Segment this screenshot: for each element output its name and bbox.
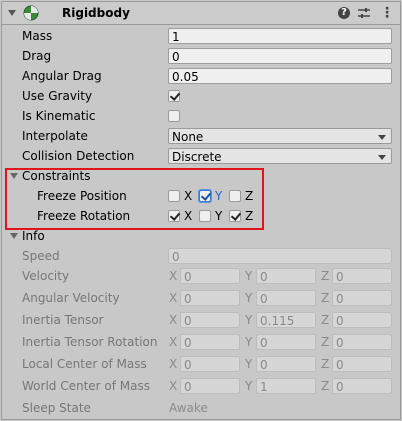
inertia-tensor-rotation-z-field: 0 — [332, 334, 392, 350]
inertia-tensor-rotation-y-field: 0 — [256, 334, 316, 350]
axis-y-label: Y — [245, 291, 253, 305]
help-icon[interactable]: ? — [338, 7, 350, 19]
axis-y-label: Y — [245, 335, 253, 349]
is-kinematic-label: Is Kinematic — [22, 109, 96, 123]
speed-label: Speed — [22, 249, 60, 263]
axis-x-label: X — [169, 291, 178, 305]
axis-x-label: X — [169, 379, 178, 393]
inertia-tensor-y-field: 0.115 — [256, 312, 316, 328]
use-gravity-checkbox[interactable] — [168, 90, 180, 102]
interpolate-value: None — [172, 130, 204, 144]
inertia-tensor-x-field: 0 — [180, 312, 240, 328]
axis-x-label: X — [169, 357, 178, 371]
constraints-highlight-box — [5, 168, 264, 230]
component-header[interactable]: Rigidbody ? ⋮ — [2, 2, 400, 25]
local-center-of-mass-y-field: 0 — [256, 356, 316, 372]
axis-x-label: X — [169, 269, 178, 283]
mass-label: Mass — [22, 29, 53, 43]
velocity-y-field: 0 — [256, 268, 316, 284]
info-label[interactable]: Info — [22, 226, 45, 246]
axis-z-label: Z — [321, 357, 330, 371]
axis-x-label: X — [169, 313, 178, 327]
sleep-state-value: Awake — [169, 401, 208, 415]
local-center-of-mass-label: Local Center of Mass — [22, 357, 147, 371]
world-center-of-mass-y-field: 1 — [256, 378, 316, 394]
mass-field[interactable]: 1 — [168, 28, 392, 44]
world-center-of-mass-label: World Center of Mass — [22, 379, 150, 393]
interpolate-dropdown[interactable]: None — [168, 128, 392, 144]
axis-z-label: Z — [321, 379, 330, 393]
world-center-of-mass-x-field: 0 — [180, 378, 240, 394]
angular-velocity-label: Angular Velocity — [22, 291, 120, 305]
collision-detection-value: Discrete — [172, 150, 222, 164]
speed-field: 0 — [168, 248, 392, 264]
sleep-state-label: Sleep State — [22, 401, 91, 415]
angular-velocity-z-field: 0 — [332, 290, 392, 306]
inertia-tensor-label: Inertia Tensor — [22, 313, 104, 327]
collision-detection-dropdown[interactable]: Discrete — [168, 148, 392, 164]
more-options-icon[interactable]: ⋮ — [380, 4, 394, 22]
world-center-of-mass-z-field: 0 — [332, 378, 392, 394]
velocity-label: Velocity — [22, 269, 70, 283]
rigidbody-icon — [23, 5, 39, 21]
component-title: Rigidbody — [62, 6, 130, 20]
velocity-x-field: 0 — [180, 268, 240, 284]
axis-z-label: Z — [321, 335, 330, 349]
dropdown-arrow-icon — [378, 155, 386, 160]
angular-drag-label: Angular Drag — [22, 69, 102, 83]
rigidbody-inspector: Rigidbody ? ⋮ Mass 1 Drag 0 Angular Drag… — [1, 1, 401, 420]
local-center-of-mass-x-field: 0 — [180, 356, 240, 372]
interpolate-label: Interpolate — [22, 129, 88, 143]
axis-z-label: Z — [321, 269, 330, 283]
drag-label: Drag — [22, 49, 52, 63]
axis-y-label: Y — [245, 269, 253, 283]
is-kinematic-checkbox[interactable] — [168, 110, 180, 122]
inertia-tensor-z-field: 0 — [332, 312, 392, 328]
axis-z-label: Z — [321, 291, 330, 305]
presets-icon[interactable] — [357, 6, 371, 20]
inertia-tensor-rotation-label: Inertia Tensor Rotation — [22, 335, 158, 349]
inertia-tensor-rotation-x-field: 0 — [180, 334, 240, 350]
axis-x-label: X — [169, 335, 178, 349]
axis-y-label: Y — [245, 357, 253, 371]
foldout-arrow-icon[interactable] — [8, 10, 16, 16]
axis-z-label: Z — [321, 313, 330, 327]
collision-detection-label: Collision Detection — [22, 149, 135, 163]
drag-field[interactable]: 0 — [168, 48, 392, 64]
dropdown-arrow-icon — [378, 135, 386, 140]
axis-y-label: Y — [245, 313, 253, 327]
use-gravity-label: Use Gravity — [22, 89, 93, 103]
angular-velocity-x-field: 0 — [180, 290, 240, 306]
info-foldout-icon[interactable] — [10, 233, 18, 239]
component-enabled-checkbox[interactable] — [44, 7, 56, 19]
local-center-of-mass-z-field: 0 — [332, 356, 392, 372]
velocity-z-field: 0 — [332, 268, 392, 284]
axis-y-label: Y — [245, 379, 253, 393]
angular-velocity-y-field: 0 — [256, 290, 316, 306]
angular-drag-field[interactable]: 0.05 — [168, 68, 392, 84]
